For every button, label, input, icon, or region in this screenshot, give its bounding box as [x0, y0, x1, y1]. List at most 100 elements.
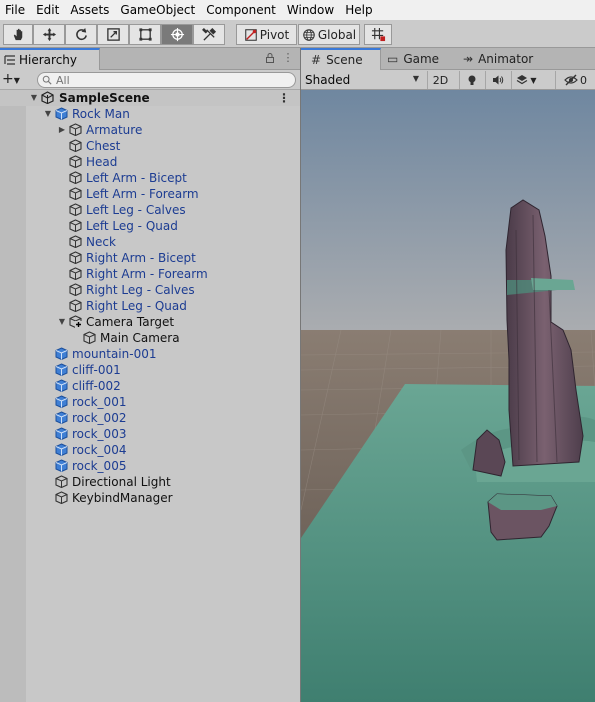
rotate-tool-button[interactable]	[65, 24, 97, 45]
shading-mode-value: Shaded	[305, 72, 351, 87]
hierarchy-item-label: Left Arm - Forearm	[86, 187, 199, 201]
chevron-down-icon: ▼	[530, 75, 537, 85]
effects-dropdown[interactable]: ▼	[511, 71, 541, 89]
scene-options-icon[interactable]: ⋮	[278, 91, 290, 105]
transform-tool-button[interactable]	[161, 24, 193, 45]
hierarchy-item-rock-001[interactable]: rock_001	[0, 394, 300, 410]
tab-hierarchy[interactable]: Hierarchy	[0, 48, 100, 70]
menu-item-file[interactable]: File	[0, 0, 31, 20]
move-arrows-icon	[42, 27, 56, 42]
hand-tool-button[interactable]	[3, 24, 33, 45]
hierarchy-item-label: KeybindManager	[72, 491, 173, 505]
tab-animator[interactable]: ↠ Animator	[463, 48, 563, 70]
hierarchy-item-rock-003[interactable]: rock_003	[0, 426, 300, 442]
prefab-cube-icon	[55, 379, 68, 393]
gameobject-cube-icon	[69, 283, 82, 297]
custom-tool-button[interactable]	[193, 24, 225, 45]
hierarchy-item-right-leg-calves[interactable]: Right Leg - Calves	[0, 282, 300, 298]
tools-icon	[201, 27, 216, 41]
prefab-cube-icon	[55, 443, 68, 457]
global-toggle[interactable]: Global	[298, 24, 360, 45]
grid-snap-button[interactable]	[364, 24, 392, 45]
hierarchy-item-label: rock_004	[72, 443, 127, 457]
rect-tool-button[interactable]	[129, 24, 161, 45]
kebab-menu-icon[interactable]: ⋮	[282, 52, 294, 64]
shading-mode-dropdown[interactable]: Shaded ▼	[305, 71, 421, 88]
hierarchy-item-rock-004[interactable]: rock_004	[0, 442, 300, 458]
animator-icon: ↠	[463, 52, 474, 66]
rect-transform-icon	[138, 28, 152, 41]
hierarchy-item-label: Rock Man	[72, 107, 130, 121]
scene-visibility-toggle[interactable]: 0	[555, 71, 595, 89]
hierarchy-item-left-leg-calves[interactable]: Left Leg - Calves	[0, 202, 300, 218]
add-button[interactable]: +▼	[2, 72, 20, 88]
move-tool-button[interactable]	[33, 24, 65, 45]
hierarchy-item-rock-man[interactable]: ▼ Rock Man	[0, 106, 300, 122]
hierarchy-item-left-arm-forearm[interactable]: Left Arm - Forearm	[0, 186, 300, 202]
expand-arrow-icon[interactable]: ▼	[43, 109, 53, 119]
hierarchy-item-right-arm-forearm[interactable]: Right Arm - Forearm	[0, 266, 300, 282]
scene-viewport[interactable]	[301, 90, 595, 702]
hierarchy-item-right-leg-quad[interactable]: Right Leg - Quad	[0, 298, 300, 314]
hierarchy-item-label: Armature	[86, 123, 143, 137]
gameobject-cube-icon	[69, 235, 82, 249]
hierarchy-item-label: Camera Target	[86, 315, 175, 329]
hierarchy-item-directional-light[interactable]: Directional Light	[0, 474, 300, 490]
mode-2d-label: 2D	[432, 73, 449, 87]
gameobject-cube-icon	[55, 475, 68, 489]
lighting-toggle[interactable]	[459, 71, 483, 89]
expand-arrow-icon[interactable]: ▼	[29, 93, 39, 103]
expand-arrow-icon[interactable]: ▼	[57, 317, 67, 327]
scene-panel: # Scene ▭ Game ↠ Animator Shaded ▼ 2D ▼	[301, 48, 595, 702]
globe-icon	[303, 28, 315, 41]
hierarchy-item-left-leg-quad[interactable]: Left Leg - Quad	[0, 218, 300, 234]
tab-game[interactable]: ▭ Game	[387, 48, 447, 70]
tab-scene[interactable]: # Scene	[301, 48, 381, 70]
hierarchy-item-right-arm-bicept[interactable]: Right Arm - Bicept	[0, 250, 300, 266]
hierarchy-item-label: Right Leg - Calves	[86, 283, 195, 297]
hierarchy-item-label: mountain-001	[72, 347, 157, 361]
mode-2d-toggle[interactable]: 2D	[427, 71, 453, 89]
prefab-cube-icon	[55, 347, 68, 361]
audio-toggle[interactable]	[485, 71, 509, 89]
hierarchy-item-rock-005[interactable]: rock_005	[0, 458, 300, 474]
gameobject-cube-icon	[83, 331, 96, 345]
scene-row[interactable]: ▼ SampleScene ⋮	[0, 90, 300, 106]
hierarchy-item-chest[interactable]: Chest	[0, 138, 300, 154]
hierarchy-item-cliff-002[interactable]: cliff-002	[0, 378, 300, 394]
hierarchy-item-rock-002[interactable]: rock_002	[0, 410, 300, 426]
hierarchy-item-neck[interactable]: Neck	[0, 234, 300, 250]
hierarchy-tabbar: Hierarchy ⋮	[0, 48, 300, 70]
hierarchy-item-armature[interactable]: ▶ Armature	[0, 122, 300, 138]
global-label: Global	[317, 27, 357, 42]
gameobject-cube-icon	[69, 251, 82, 265]
prefab-cube-icon	[55, 107, 68, 121]
menu-item-help[interactable]: Help	[340, 0, 378, 20]
hierarchy-item-label: rock_003	[72, 427, 127, 441]
hierarchy-item-cliff-001[interactable]: cliff-001	[0, 362, 300, 378]
hierarchy-item-head[interactable]: Head	[0, 154, 300, 170]
lock-icon[interactable]	[264, 52, 276, 64]
search-input[interactable]	[56, 73, 286, 87]
menu-item-window[interactable]: Window	[282, 0, 340, 20]
menu-item-gameobject[interactable]: GameObject	[115, 0, 201, 20]
hierarchy-item-left-arm-bicept[interactable]: Left Arm - Bicept	[0, 170, 300, 186]
grid-snap-icon	[371, 27, 385, 42]
eye-hidden-icon	[564, 74, 578, 86]
hierarchy-item-mountain-001[interactable]: mountain-001	[0, 346, 300, 362]
gameobject-cube-icon	[69, 203, 82, 217]
collapsed-arrow-icon[interactable]: ▶	[57, 125, 67, 135]
prefab-cube-icon	[55, 427, 68, 441]
scale-tool-button[interactable]	[97, 24, 129, 45]
menu-item-edit[interactable]: Edit	[31, 0, 65, 20]
hierarchy-item-camera-target[interactable]: ▼ Camera Target	[0, 314, 300, 330]
hierarchy-item-keybindmanager[interactable]: KeybindManager	[0, 490, 300, 506]
menu-item-assets[interactable]: Assets	[65, 0, 115, 20]
pivot-toggle[interactable]: Pivot	[236, 24, 297, 45]
hierarchy-search	[37, 72, 296, 88]
menu-item-component[interactable]: Component	[201, 0, 282, 20]
layers-icon	[517, 75, 528, 85]
hierarchy-item-main-camera[interactable]: Main Camera	[0, 330, 300, 346]
gameobject-cube-icon	[69, 171, 82, 185]
hierarchy-item-label: Directional Light	[72, 475, 171, 489]
